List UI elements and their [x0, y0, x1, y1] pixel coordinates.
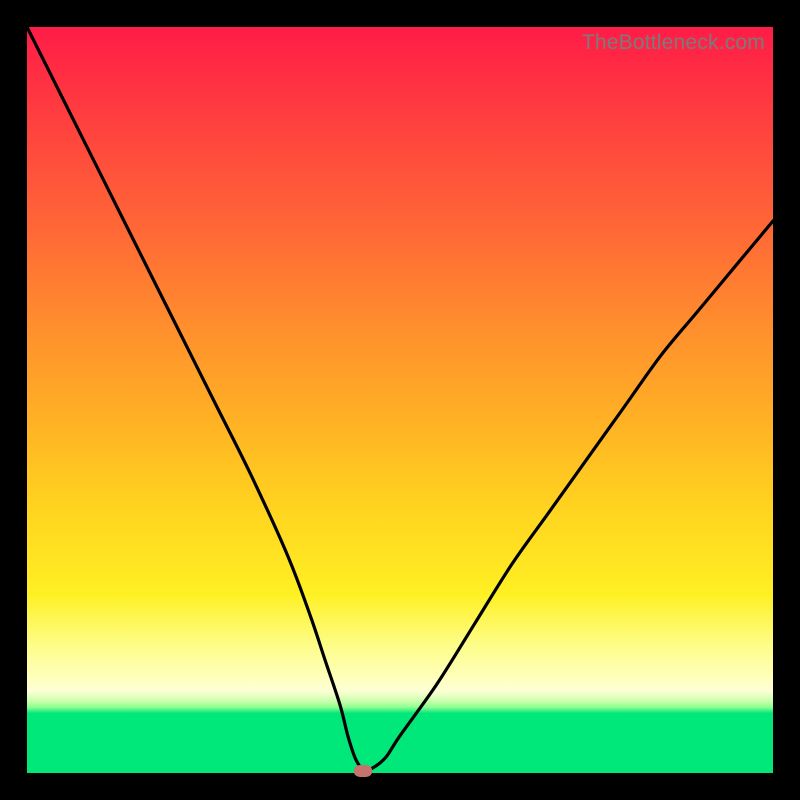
- bottleneck-curve: [27, 27, 773, 773]
- optimal-point-marker: [354, 765, 372, 777]
- plot-area: TheBottleneck.com: [27, 27, 773, 773]
- chart-frame: TheBottleneck.com: [0, 0, 800, 800]
- watermark-text: TheBottleneck.com: [582, 31, 765, 55]
